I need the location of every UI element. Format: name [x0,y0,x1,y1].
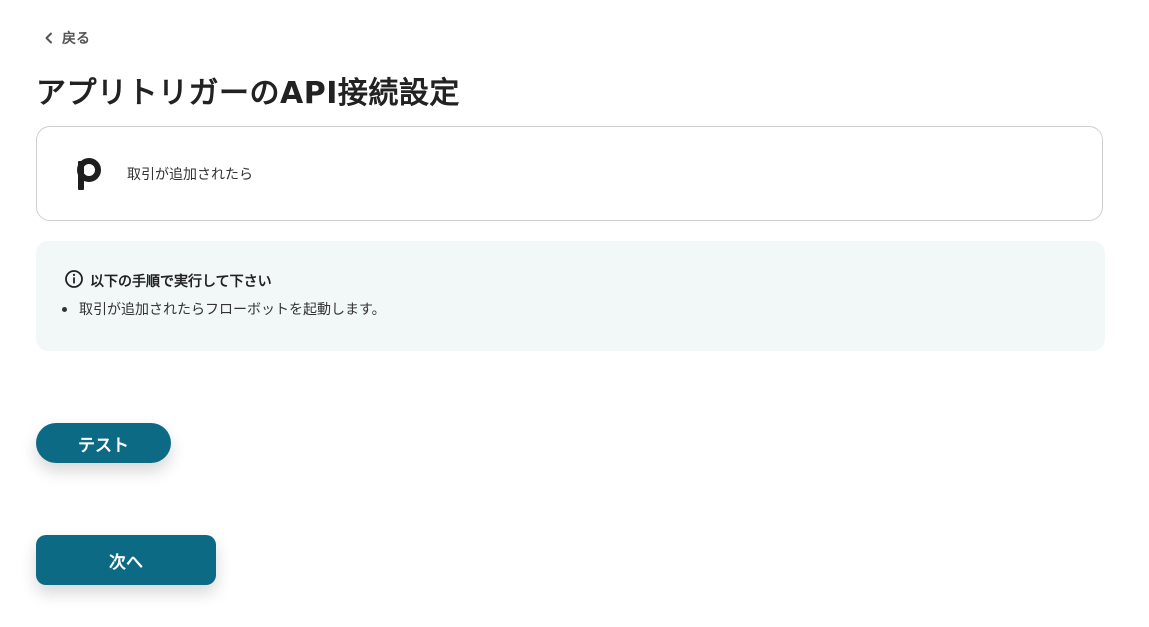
trigger-name: 取引が追加されたら [127,166,253,183]
instruction-text: 取引が追加されたらフローボットを起動します。 [79,302,386,318]
chevron-left-icon [42,31,56,45]
instructions-list: 取引が追加されたらフローボットを起動します。 [62,299,386,319]
next-button[interactable]: 次へ [36,535,216,585]
instructions-panel: 以下の手順で実行して下さい 取引が追加されたらフローボットを起動します。 [36,241,1105,351]
back-label: 戻る [62,31,90,47]
app-trigger-card: 取引が追加されたら [36,126,1103,221]
list-item: 取引が追加されたらフローボットを起動します。 [62,299,386,319]
back-link[interactable]: 戻る [42,28,90,48]
page-title: アプリトリガーのAPI接続設定 [36,76,460,111]
instructions-heading-text: 以下の手順で実行して下さい [90,274,272,290]
pipedrive-logo [73,154,103,194]
bullet-icon [62,306,67,312]
test-button[interactable]: テスト [36,423,171,463]
info-icon [64,269,84,293]
instructions-heading: 以下の手順で実行して下さい [64,269,272,293]
